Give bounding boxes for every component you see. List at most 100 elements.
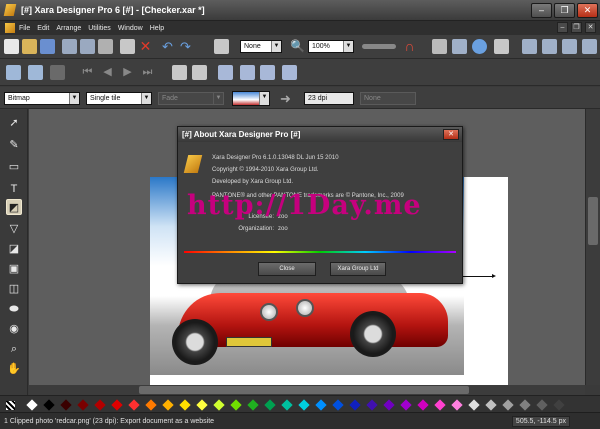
import-icon[interactable] <box>62 39 77 54</box>
new-document-icon[interactable] <box>4 39 19 54</box>
shadow-tool-icon[interactable]: ◪ <box>6 241 22 257</box>
minimize-button[interactable]: – <box>531 3 552 18</box>
palette-swatch[interactable] <box>179 399 191 411</box>
globe-icon[interactable] <box>472 39 487 54</box>
fill-arrow-handle[interactable] <box>463 274 496 278</box>
palette-swatch[interactable] <box>213 399 225 411</box>
gallery-icon[interactable] <box>522 39 537 54</box>
xara-group-button[interactable]: Xara Group Ltd <box>330 262 386 276</box>
palette-swatch[interactable] <box>417 399 429 411</box>
none-field[interactable]: None <box>360 92 416 105</box>
palette-swatch[interactable] <box>315 399 327 411</box>
copy-icon[interactable] <box>120 39 135 54</box>
palette-swatch[interactable] <box>230 399 242 411</box>
last-frame-icon[interactable]: ⏭ <box>140 65 155 80</box>
palette-swatch[interactable] <box>383 399 395 411</box>
html-icon[interactable] <box>494 39 509 54</box>
palette-swatch[interactable] <box>468 399 480 411</box>
3d-extrude-tool-icon[interactable]: ◉ <box>6 321 22 337</box>
print-icon[interactable] <box>98 39 113 54</box>
rectangle-tool-icon[interactable]: ▭ <box>6 159 22 175</box>
zoom-tool-icon[interactable]: ⌕ <box>6 341 22 357</box>
vertical-scrollbar[interactable] <box>585 109 600 385</box>
palette-swatch[interactable] <box>77 399 89 411</box>
freehand-tool-icon[interactable]: ✎ <box>6 137 22 153</box>
duplicate-icon[interactable] <box>214 39 229 54</box>
no-color-swatch[interactable] <box>6 401 15 410</box>
menu-file[interactable]: File <box>19 25 30 32</box>
dialog-close-button[interactable]: Close <box>258 262 316 276</box>
palette-swatch[interactable] <box>519 399 531 411</box>
photo-tool-icon[interactable] <box>6 65 21 80</box>
bitmap-preview-select[interactable]: ▼ <box>232 91 270 106</box>
palette-swatch[interactable] <box>162 399 174 411</box>
doc-close-button[interactable]: ✕ <box>585 22 596 33</box>
menu-utilities[interactable]: Utilities <box>88 25 111 32</box>
transparency-tool-icon[interactable]: ▽ <box>6 221 22 237</box>
menu-help[interactable]: Help <box>150 25 164 32</box>
previous-frame-icon[interactable]: ◀ <box>100 65 115 80</box>
palette-swatch[interactable] <box>26 399 38 411</box>
document-icon[interactable] <box>5 23 15 33</box>
zoom-select[interactable]: 100% ▼ <box>308 40 354 53</box>
arrow-right-icon[interactable]: ➜ <box>278 91 293 106</box>
palette-swatch[interactable] <box>502 399 514 411</box>
vertical-scroll-thumb[interactable] <box>588 197 598 245</box>
dialog-close-icon[interactable]: ✕ <box>443 129 459 140</box>
bevel-tool-icon[interactable]: ▣ <box>6 261 22 277</box>
menu-arrange[interactable]: Arrange <box>56 25 81 32</box>
fills-gallery-icon[interactable] <box>582 39 597 54</box>
undo-icon[interactable]: ↶ <box>160 39 175 54</box>
palette-swatch[interactable] <box>332 399 344 411</box>
palette-swatch[interactable] <box>281 399 293 411</box>
export-icon[interactable] <box>80 39 95 54</box>
palette-swatch[interactable] <box>94 399 106 411</box>
palette-swatch[interactable] <box>247 399 259 411</box>
zoom-icon[interactable]: 🔍 <box>290 39 305 54</box>
xara-app-icon[interactable] <box>3 3 17 17</box>
bitmap-select[interactable]: Bitmap ▼ <box>4 92 80 105</box>
palette-swatch[interactable] <box>366 399 378 411</box>
fill-tool-icon[interactable]: ◩ <box>6 199 22 215</box>
swf-export-icon[interactable] <box>240 65 255 80</box>
magnet-icon[interactable]: ∩ <box>402 39 417 54</box>
next-frame-icon[interactable]: ▶ <box>120 65 135 80</box>
trim-icon[interactable] <box>50 65 65 80</box>
layers-icon[interactable] <box>542 39 557 54</box>
zoom-slider[interactable] <box>362 44 396 49</box>
first-frame-icon[interactable]: ⏮ <box>80 65 95 80</box>
horizontal-scroll-thumb[interactable] <box>139 386 469 394</box>
blend-tool-icon[interactable]: ⬬ <box>6 301 22 317</box>
quality-select[interactable]: None ▼ <box>240 40 282 53</box>
doc-restore-button[interactable]: ❐ <box>571 22 582 33</box>
palette-swatch[interactable] <box>485 399 497 411</box>
snap-icon[interactable] <box>432 39 447 54</box>
send-backward-icon[interactable] <box>192 65 207 80</box>
palette-swatch[interactable] <box>60 399 72 411</box>
palette-swatch[interactable] <box>111 399 123 411</box>
palette-swatch[interactable] <box>553 399 565 411</box>
contour-tool-icon[interactable]: ◫ <box>6 281 22 297</box>
menu-window[interactable]: Window <box>118 25 143 32</box>
palette-swatch[interactable] <box>349 399 361 411</box>
swf-settings-icon[interactable] <box>282 65 297 80</box>
crop-icon[interactable] <box>28 65 43 80</box>
menu-edit[interactable]: Edit <box>37 25 49 32</box>
palette-swatch[interactable] <box>434 399 446 411</box>
tile-select[interactable]: Single tile ▼ <box>86 92 152 105</box>
push-tool-icon[interactable]: ✋ <box>6 361 22 377</box>
bring-forward-icon[interactable] <box>172 65 187 80</box>
close-button[interactable]: ✕ <box>577 3 598 18</box>
open-folder-icon[interactable] <box>22 39 37 54</box>
horizontal-scrollbar[interactable] <box>29 385 585 395</box>
link-icon[interactable] <box>452 39 467 54</box>
palette-swatch[interactable] <box>43 399 55 411</box>
palette-swatch[interactable] <box>400 399 412 411</box>
doc-minimize-button[interactable]: – <box>557 22 568 33</box>
palette-swatch[interactable] <box>536 399 548 411</box>
dpi-field[interactable]: 23 dpi <box>304 92 354 105</box>
palette-swatch[interactable] <box>128 399 140 411</box>
palette-swatch[interactable] <box>298 399 310 411</box>
palette-swatch[interactable] <box>264 399 276 411</box>
redo-icon[interactable]: ↷ <box>178 39 193 54</box>
